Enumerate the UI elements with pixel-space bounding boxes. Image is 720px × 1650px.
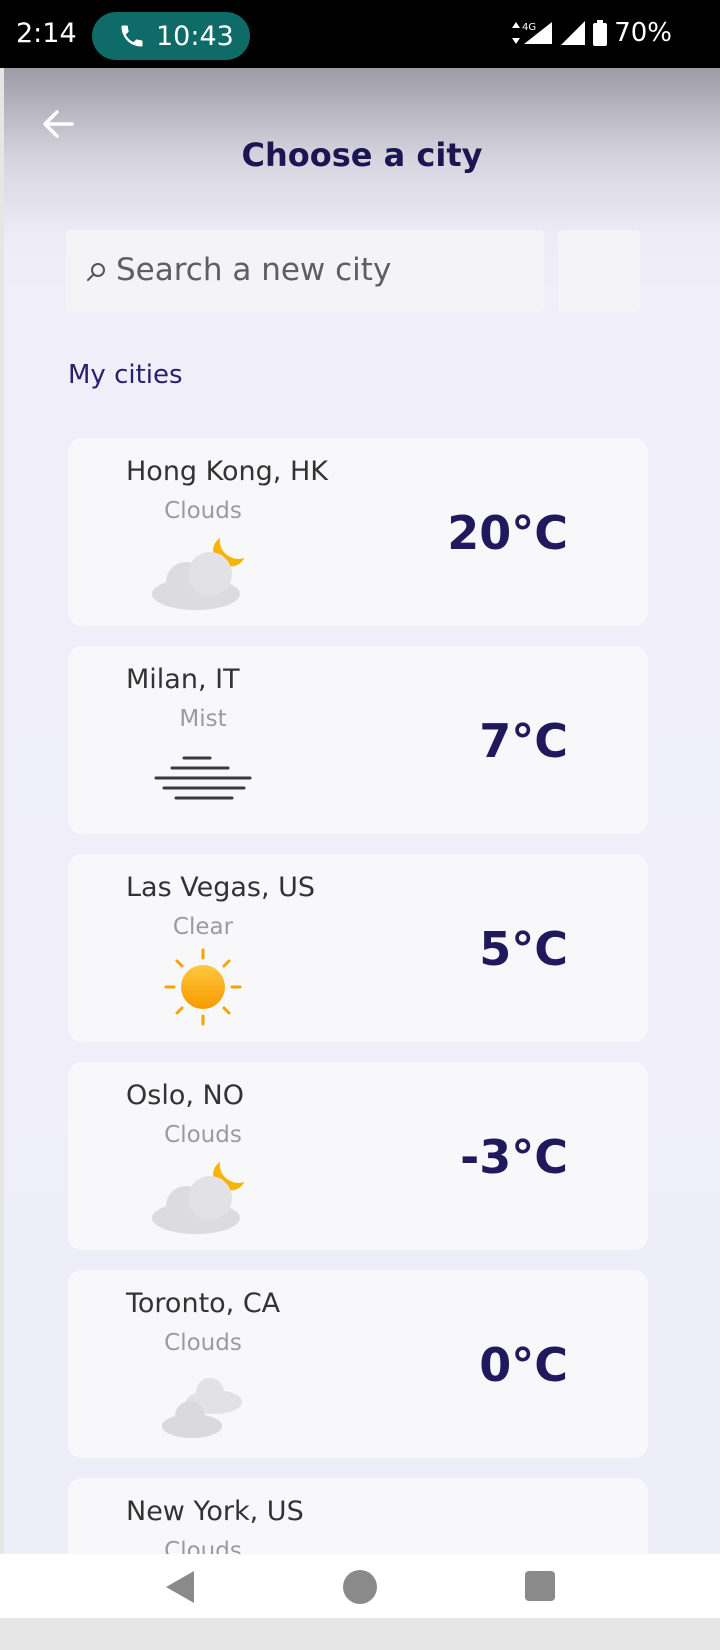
weather-condition: Clear xyxy=(172,914,234,940)
weather-condition: Mist xyxy=(179,706,227,732)
city-temperature: 20°C xyxy=(447,506,568,560)
city-card-milan[interactable]: Milan, IT Mist 7°C xyxy=(68,646,648,834)
ongoing-call-chip[interactable]: 10:43 xyxy=(92,12,250,60)
city-card-hong-kong[interactable]: Hong Kong, HK Clouds 20°C xyxy=(68,438,648,626)
city-name: Milan, IT xyxy=(126,664,240,695)
signal-4g-icon: 4G xyxy=(512,22,553,44)
bottom-strip xyxy=(0,1618,720,1650)
battery-level: 70% xyxy=(614,18,672,48)
city-chooser-screen: Choose a city Search a new city My citie… xyxy=(4,68,720,1554)
weather-condition: Clouds xyxy=(164,1122,242,1148)
status-bar: 2:14 10:43 4G 70% xyxy=(0,0,720,68)
city-name: New York, US xyxy=(126,1496,304,1527)
city-temperature: 0°C xyxy=(479,1338,568,1392)
city-name: Toronto, CA xyxy=(126,1288,281,1319)
battery-icon xyxy=(593,20,608,46)
city-temperature: 7°C xyxy=(479,714,568,768)
city-temperature: -3°C xyxy=(460,1130,568,1184)
weather-condition: Clouds xyxy=(164,1538,242,1554)
search-input[interactable]: Search a new city xyxy=(66,230,544,312)
mist-icon xyxy=(154,756,252,800)
status-time: 2:14 xyxy=(16,18,77,49)
nav-home-icon[interactable] xyxy=(343,1570,377,1604)
cloud-moon-icon xyxy=(152,538,244,610)
cloud-moon-icon xyxy=(152,1162,244,1234)
clouds-icon xyxy=(162,1378,242,1438)
svg-text:4G: 4G xyxy=(522,22,536,33)
nav-recents-icon[interactable] xyxy=(525,1571,555,1601)
search-button[interactable] xyxy=(558,230,640,312)
signal-icon xyxy=(561,21,586,45)
city-name: Oslo, NO xyxy=(126,1080,244,1111)
status-icons: 4G 70% xyxy=(512,18,672,48)
city-card-oslo[interactable]: Oslo, NO Clouds -3°C xyxy=(68,1062,648,1250)
city-temperature: 5°C xyxy=(479,922,568,976)
page-title: Choose a city xyxy=(241,136,483,174)
search-placeholder: Search a new city xyxy=(116,252,392,288)
search-icon xyxy=(87,263,105,281)
city-name: Las Vegas, US xyxy=(126,872,316,903)
system-nav-bar xyxy=(0,1554,720,1618)
city-name: Hong Kong, HK xyxy=(126,456,328,487)
city-card-toronto[interactable]: Toronto, CA Clouds 0°C xyxy=(68,1270,648,1458)
nav-back-icon[interactable] xyxy=(162,1569,198,1605)
weather-condition: Clouds xyxy=(164,1330,242,1356)
weather-condition: Clouds xyxy=(164,498,242,524)
phone-icon xyxy=(121,25,143,47)
city-card-new-york[interactable]: New York, US Clouds 5°C xyxy=(68,1478,648,1554)
sun-icon xyxy=(164,948,242,1026)
city-card-las-vegas[interactable]: Las Vegas, US Clear 5°C xyxy=(68,854,648,1042)
section-my-cities: My cities xyxy=(68,360,183,390)
city-temperature: 5°C xyxy=(479,1546,568,1554)
call-duration: 10:43 xyxy=(156,21,234,52)
